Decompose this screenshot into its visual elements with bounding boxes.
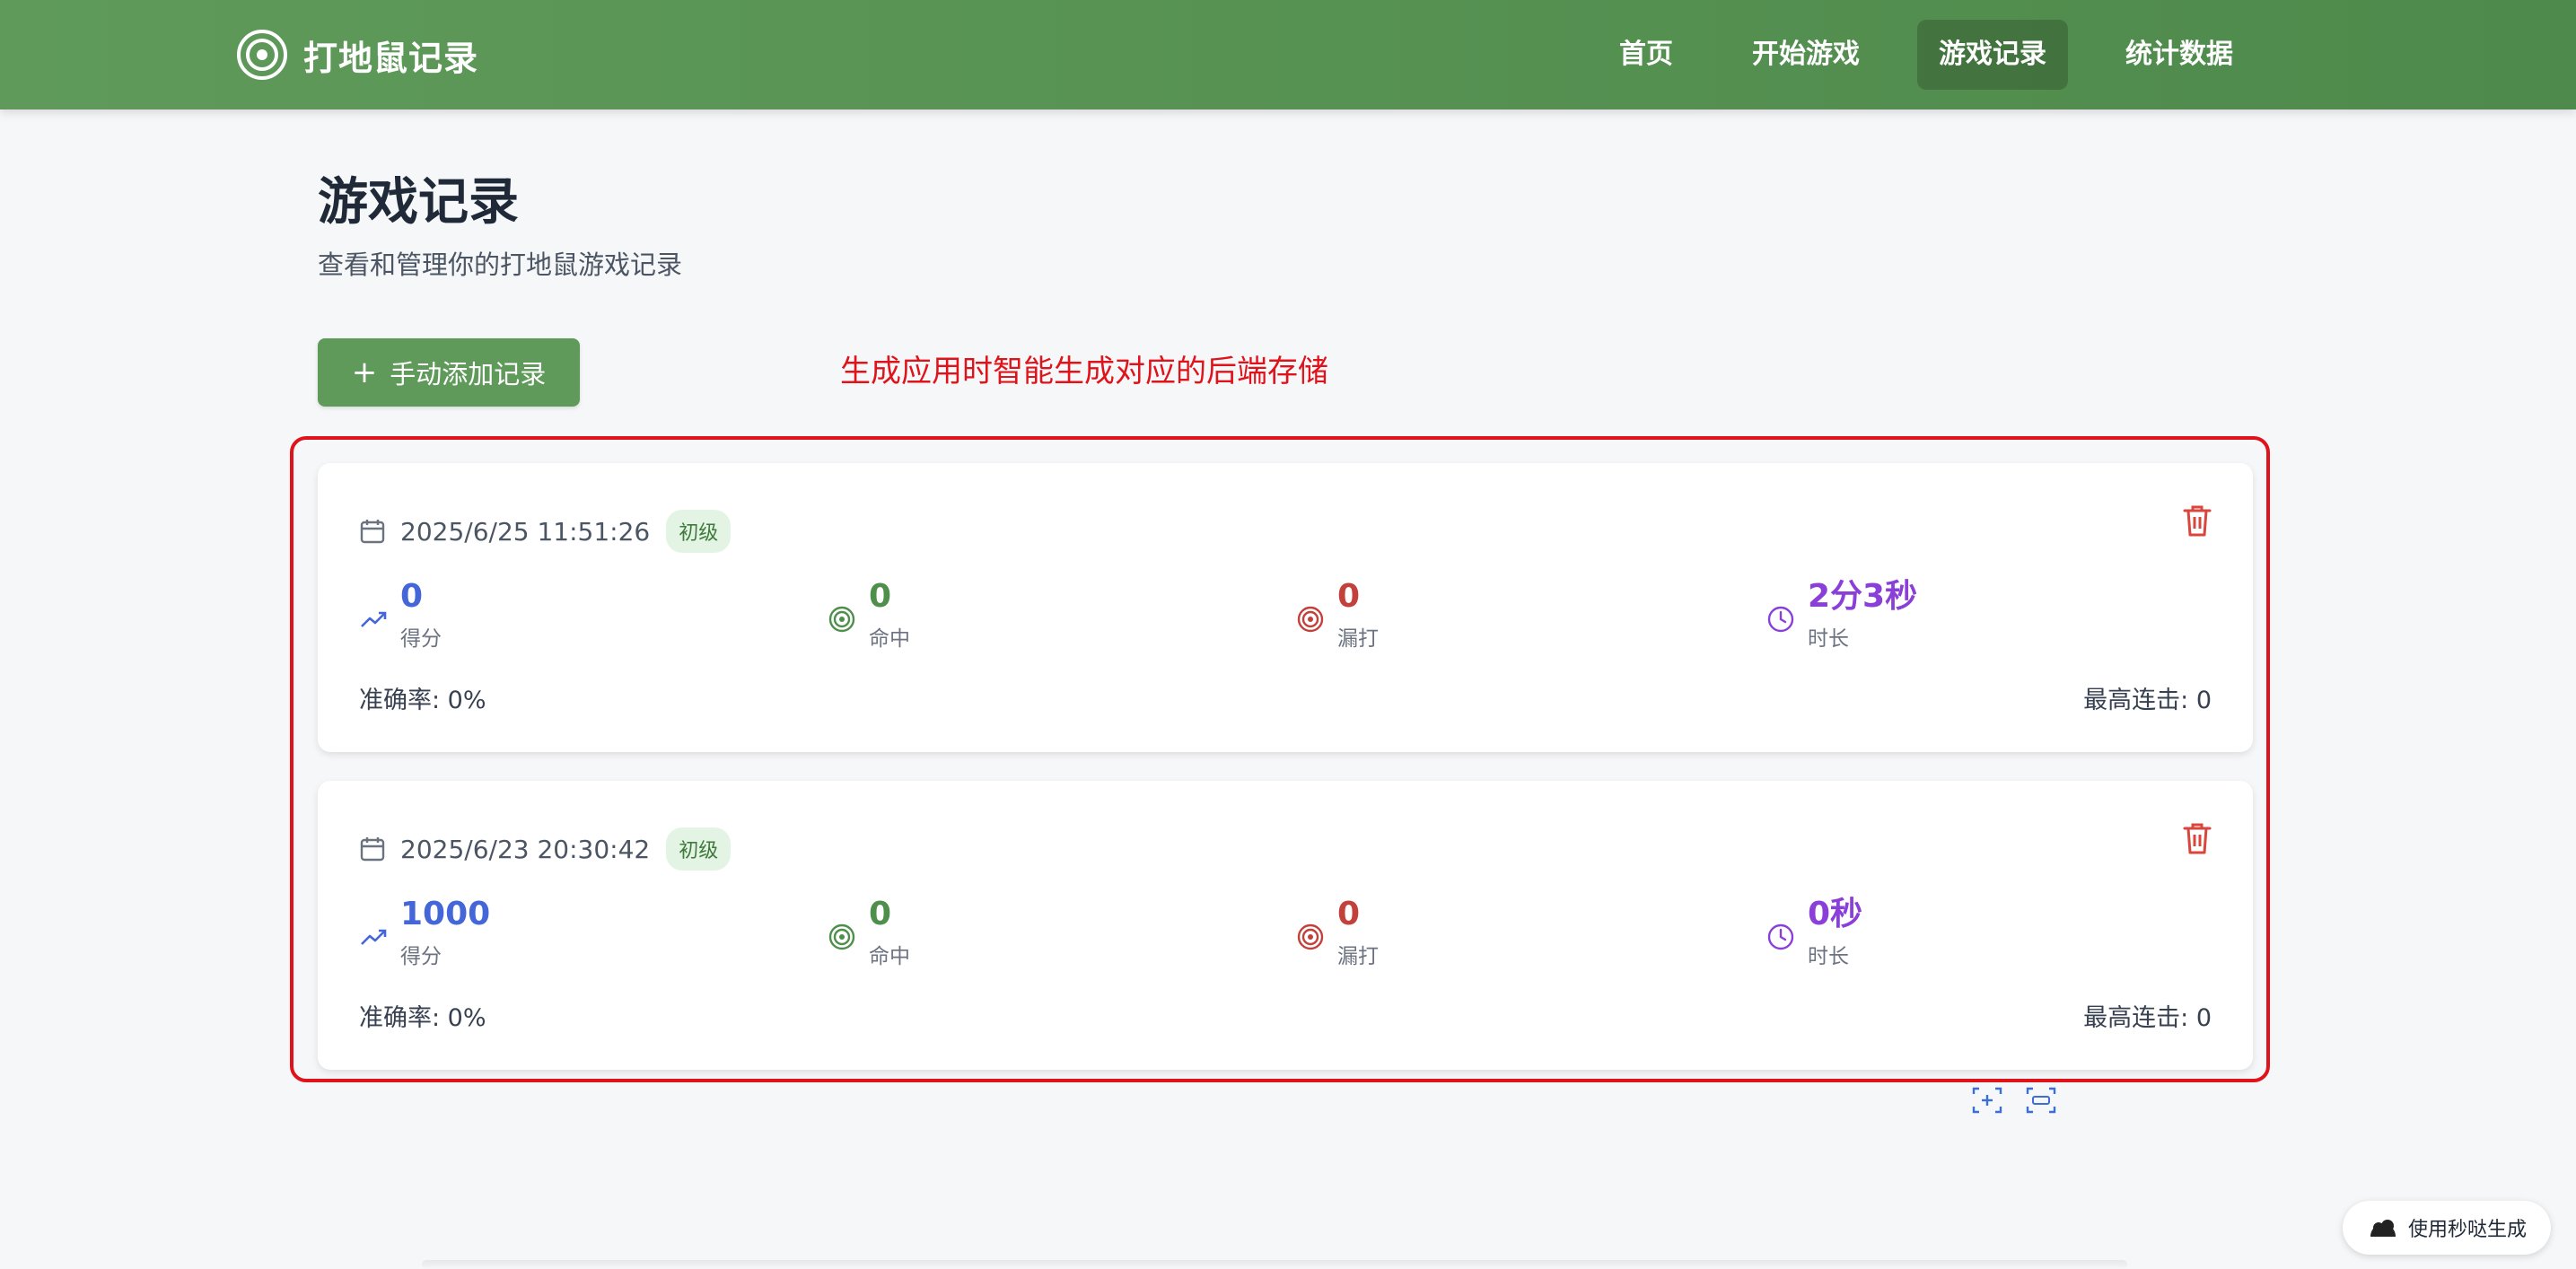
generate-label: 使用秒哒生成 bbox=[2407, 1219, 2527, 1241]
brand[interactable]: 打地鼠记录 bbox=[235, 27, 478, 83]
screenshot-tools bbox=[1971, 1086, 2079, 1115]
page-bottom-shadow bbox=[422, 1260, 2127, 1269]
main-nav: 首页 开始游戏 游戏记录 统计数据 bbox=[1598, 20, 2291, 90]
target-icon bbox=[237, 30, 287, 80]
page-subtitle: 查看和管理你的打地鼠游戏记录 bbox=[318, 249, 683, 280]
cloud-logo-icon bbox=[2370, 1220, 2396, 1237]
app-title: 打地鼠记录 bbox=[303, 38, 479, 78]
top-nav-bar: 打地鼠记录 首页 开始游戏 游戏记录 统计数据 bbox=[0, 0, 2576, 109]
nav-home[interactable]: 首页 bbox=[1598, 20, 1695, 90]
annotation-text: 生成应用时智能生成对应的后端存储 bbox=[840, 354, 1328, 389]
generate-with-miaoda-button[interactable]: 使用秒哒生成 bbox=[2343, 1201, 2551, 1255]
capture-icon[interactable] bbox=[1971, 1086, 2003, 1115]
page-title: 游戏记录 bbox=[318, 173, 519, 232]
nav-game-records[interactable]: 游戏记录 bbox=[1917, 20, 2068, 90]
nav-start-game[interactable]: 开始游戏 bbox=[1730, 20, 1881, 90]
ocr-icon[interactable] bbox=[2025, 1086, 2057, 1115]
plus-icon: + bbox=[351, 354, 378, 390]
annotation-highlight-box bbox=[290, 436, 2270, 1082]
add-record-button[interactable]: + 手动添加记录 bbox=[318, 338, 580, 407]
add-record-label: 手动添加记录 bbox=[390, 359, 547, 389]
nav-statistics[interactable]: 统计数据 bbox=[2104, 20, 2255, 90]
